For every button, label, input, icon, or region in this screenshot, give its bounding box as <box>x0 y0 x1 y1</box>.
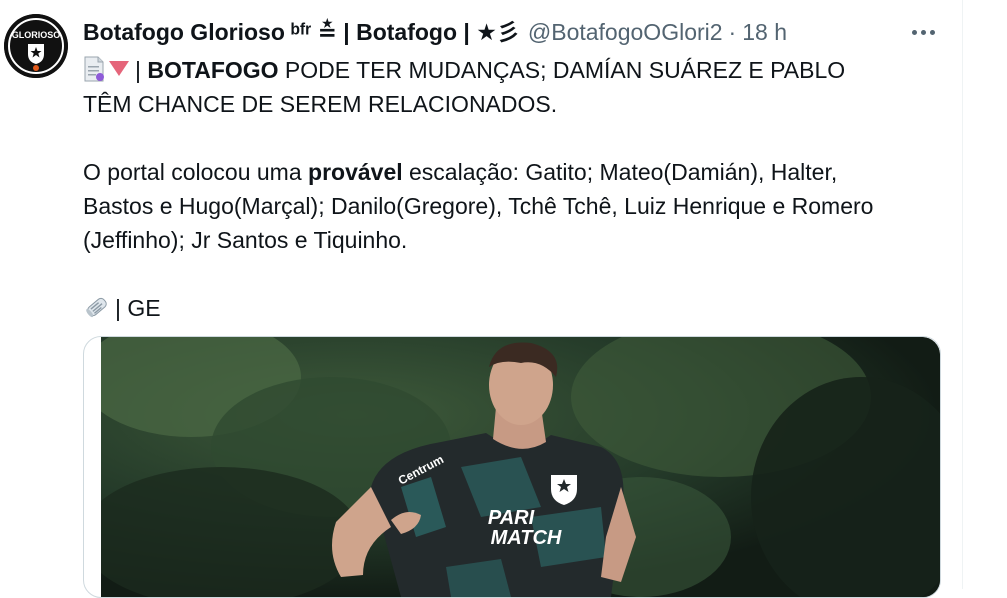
tweet-media[interactable]: PARI MATCH Centrum <box>83 336 941 598</box>
para2-rest: escalação: Gatito; Mateo(Damián), Halter… <box>402 159 838 185</box>
tweet-source-line: | GE <box>83 291 953 325</box>
source-text: | GE <box>115 295 161 321</box>
author-display-name[interactable]: Botafogo Glorioso <box>83 17 285 47</box>
author-name-suffix[interactable]: ᵇᶠʳ ≛ | Botafogo | ★彡 <box>291 17 520 47</box>
avatar-text: GLORIOSO <box>12 30 61 40</box>
jersey-sponsor-line-2: MATCH <box>491 527 562 549</box>
author-handle[interactable]: @BotafogoOGlori2 <box>528 17 723 47</box>
avatar[interactable]: GLORIOSO <box>4 14 68 78</box>
red-triangle-down-emoji <box>109 61 129 76</box>
jersey-sponsor-line-1: PARI <box>488 507 535 529</box>
tweet-paragraph-2-line-2: Bastos e Hugo(Marçal); Danilo(Gregore), … <box>83 193 874 219</box>
rolled-newspaper-emoji <box>83 293 111 321</box>
timeline-divider <box>962 0 963 589</box>
line1-bold: BOTAFOGO <box>147 57 279 83</box>
tweet-line-2: TÊM CHANCE DE SEREM RELACIONADOS. <box>83 91 558 117</box>
header-separator: · <box>728 19 737 45</box>
tweet-paragraph-2-line-1: O portal colocou uma provável escalação:… <box>83 155 953 189</box>
tweet-timestamp[interactable]: 18 h <box>742 17 787 47</box>
para2-lead: O portal colocou uma <box>83 159 309 185</box>
page-facing-up-emoji <box>83 56 105 82</box>
line1-lead: | <box>135 57 148 83</box>
line1-rest: PODE TER MUDANÇAS; DAMÍAN SUÁREZ E PABLO <box>278 57 846 83</box>
tweet-paragraph-2-line-3: (Jeffinho); Jr Santos e Tiquinho. <box>83 227 408 253</box>
tweet-text: | BOTAFOGO PODE TER MUDANÇAS; DAMÍAN SUÁ… <box>83 53 953 325</box>
player-photo[interactable]: PARI MATCH Centrum <box>101 337 940 597</box>
para2-bold: provável <box>308 159 403 185</box>
tweet-header: Botafogo Glorioso ᵇᶠʳ ≛ | Botafogo | ★彡 … <box>83 15 787 49</box>
more-horizontal-icon[interactable] <box>906 20 940 44</box>
avatar-logo: GLORIOSO <box>4 14 68 78</box>
tweet-line-1: | BOTAFOGO PODE TER MUDANÇAS; DAMÍAN SUÁ… <box>83 53 953 87</box>
player-photo-image: PARI MATCH Centrum <box>101 337 940 597</box>
